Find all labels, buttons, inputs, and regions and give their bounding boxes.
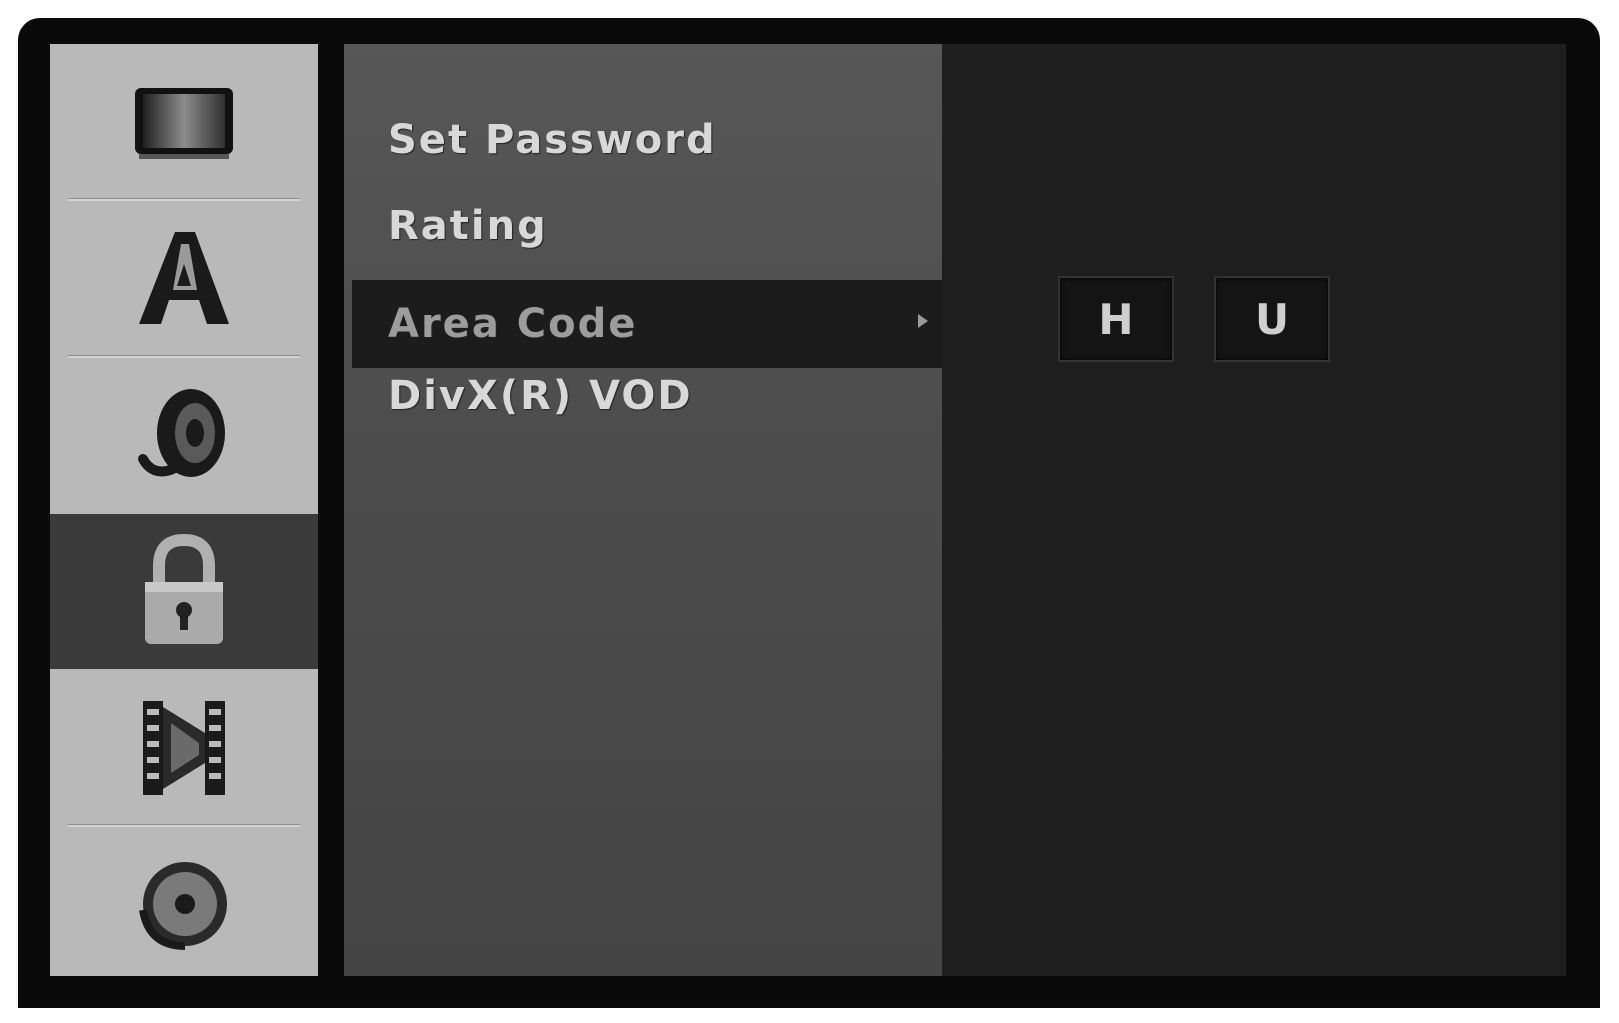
language-icon [139, 231, 229, 324]
setup-menu-screen: Set Password Rating Area Code DivX(R) VO… [18, 18, 1600, 1008]
menu-item-area-code[interactable]: Area Code [352, 280, 942, 368]
sidebar-item-language[interactable] [50, 201, 318, 356]
sidebar-item-disc[interactable] [50, 827, 318, 982]
recording-icon [143, 700, 225, 795]
area-code-char-2[interactable]: U [1214, 276, 1330, 362]
sidebar-item-lock[interactable] [50, 514, 318, 669]
sidebar-item-recording[interactable] [50, 670, 318, 825]
display-icon [135, 87, 233, 159]
value-panel: H U [942, 44, 1566, 976]
disc-icon [139, 861, 227, 950]
menu-panel: Set Password Rating Area Code DivX(R) VO… [344, 44, 942, 976]
sidebar-item-audio[interactable] [50, 358, 318, 513]
menu-item-divx-vod[interactable]: DivX(R) VOD [388, 366, 693, 426]
area-code-char-1[interactable]: H [1058, 276, 1174, 362]
category-sidebar [50, 44, 318, 976]
lock-icon [145, 533, 223, 644]
arrow-right-icon [918, 314, 928, 328]
menu-item-label: Area Code [388, 301, 638, 347]
sidebar-item-display[interactable] [50, 44, 318, 199]
menu-item-rating[interactable]: Rating [388, 196, 548, 256]
menu-item-set-password[interactable]: Set Password [388, 110, 717, 170]
audio-icon [138, 388, 225, 477]
